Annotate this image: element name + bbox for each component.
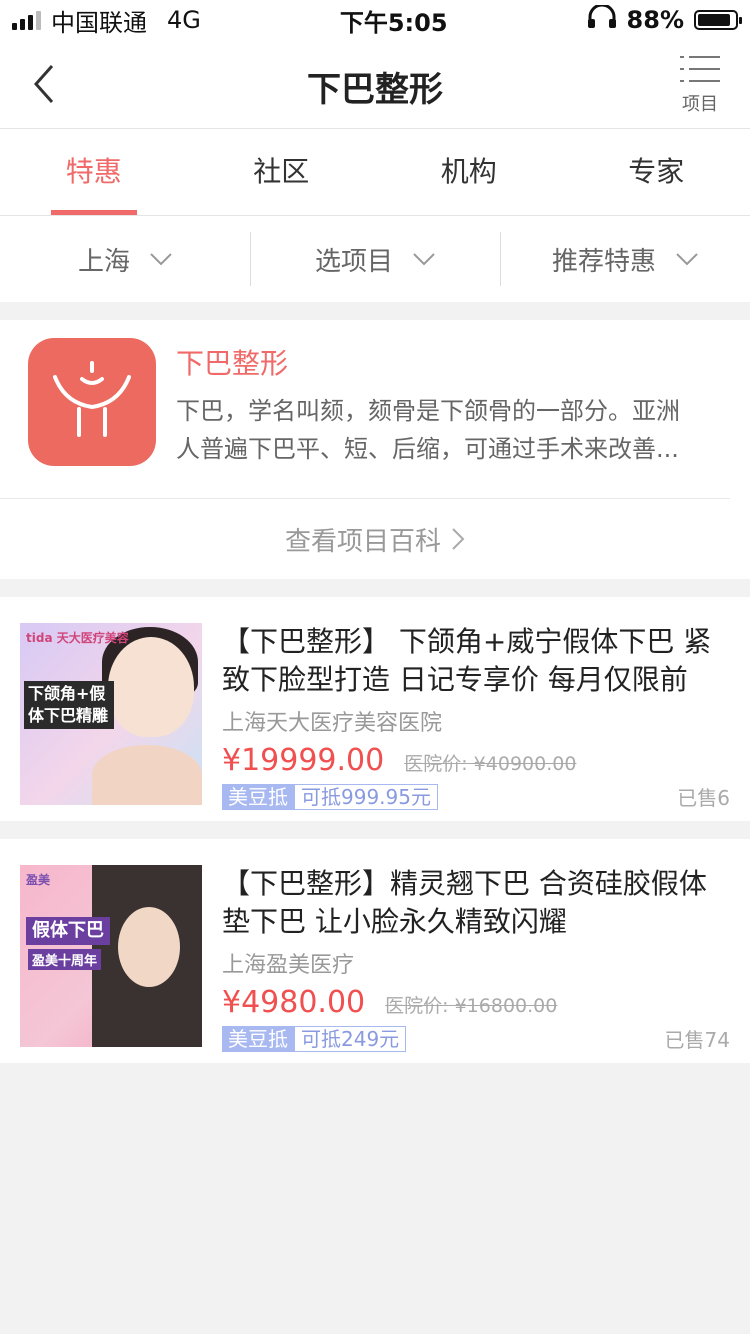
badge-row: 美豆抵 可抵999.95元 已售6 <box>222 782 730 811</box>
product-info: 【下巴整形】精灵翘下巴 合资硅胶假体垫下巴 让小脸永久精致闪耀 上海盈美医疗 ¥… <box>222 865 730 1052</box>
tab-community[interactable]: 社区 <box>188 129 376 215</box>
product-thumbnail: 盈美 假体下巴 盈美十周年 <box>20 865 202 1047</box>
tab-bar: 特惠 社区 机构 专家 <box>0 129 750 216</box>
filter-bar: 上海 选项目 推荐特惠 <box>0 216 750 302</box>
view-encyclopedia-link[interactable]: 查看项目百科 <box>0 499 750 579</box>
filter-sort-label: 推荐特惠 <box>551 246 656 277</box>
chevron-down-icon <box>150 253 172 266</box>
intro-header: 下巴整形 下巴，学名叫颏，颏骨是下颌骨的一部分。亚洲人普遍下巴平、短、后缩，可通… <box>0 320 730 499</box>
product-hospital: 上海盈美医疗 <box>222 953 355 978</box>
chin-icon <box>28 338 156 466</box>
network-label: 4G <box>167 6 201 34</box>
headphone-icon <box>587 3 617 35</box>
hospital-price: 医院价: ¥16800.00 <box>385 995 558 1017</box>
model-face <box>118 907 180 987</box>
filter-city[interactable]: 上海 <box>0 216 250 302</box>
thumb-brand: tida 天大医疗美容 <box>26 631 129 645</box>
intro-title: 下巴整形 <box>176 347 289 380</box>
model-shoulders <box>92 745 202 805</box>
status-left: 中国联通 4G <box>12 3 201 38</box>
page-title: 下巴整形 <box>307 70 443 110</box>
product-thumbnail: tida 天大医疗美容 下颌角+假体下巴精雕 <box>20 623 202 805</box>
beans-badge: 美豆抵 <box>222 783 294 810</box>
discount-badge: 可抵249元 <box>294 1025 407 1052</box>
sold-count: 已售74 <box>664 1028 730 1052</box>
price-row: ¥19999.00 医院价: ¥40900.00 <box>222 743 730 778</box>
product-price: ¥4980.00 <box>222 985 366 1020</box>
sold-count: 已售6 <box>677 786 730 810</box>
thumb-promo-text: 假体下巴 <box>26 917 110 945</box>
filter-sort[interactable]: 推荐特惠 <box>500 216 750 302</box>
chevron-down-icon <box>413 253 435 266</box>
filter-city-label: 上海 <box>77 246 130 277</box>
thumb-promo-text: 下颌角+假体下巴精雕 <box>24 681 114 729</box>
chevron-down-icon <box>676 253 698 266</box>
battery-icon <box>694 10 742 30</box>
product-price: ¥19999.00 <box>222 743 385 778</box>
filter-project-label: 选项目 <box>314 246 393 277</box>
status-time: 下午5:05 <box>339 8 448 37</box>
list-icon <box>680 56 720 82</box>
model-face <box>108 637 194 737</box>
tab-institutions[interactable]: 机构 <box>375 129 563 215</box>
discount-badge: 可抵999.95元 <box>294 783 438 810</box>
status-bar: 中国联通 4G 下午5:05 88% <box>0 0 750 40</box>
filter-project[interactable]: 选项目 <box>250 216 500 302</box>
product-card[interactable]: tida 天大医疗美容 下颌角+假体下巴精雕 【下巴整形】 下颌角+威宁假体下巴… <box>0 597 750 821</box>
tab-deals[interactable]: 特惠 <box>0 129 188 215</box>
price-row: ¥4980.00 医院价: ¥16800.00 <box>222 985 730 1020</box>
thumb-brand: 盈美 <box>26 873 51 887</box>
product-hospital: 上海天大医疗美容医院 <box>222 711 443 736</box>
thumb-sub-text: 盈美十周年 <box>28 949 102 970</box>
product-info: 【下巴整形】 下颌角+威宁假体下巴 紧致下脸型打造 日记专享价 每月仅限前1..… <box>222 623 730 810</box>
carrier-label: 中国联通 <box>51 8 147 37</box>
nav-bar: 下巴整形 项目 <box>0 40 750 129</box>
project-menu-label: 项目 <box>682 94 718 115</box>
badge-row: 美豆抵 可抵249元 已售74 <box>222 1024 730 1053</box>
chevron-right-icon <box>452 528 465 550</box>
hospital-price: 医院价: ¥40900.00 <box>404 753 577 775</box>
product-title: 【下巴整形】 下颌角+威宁假体下巴 紧致下脸型打造 日记专享价 每月仅限前1..… <box>222 625 712 696</box>
signal-icon <box>12 10 41 30</box>
product-card[interactable]: 盈美 假体下巴 盈美十周年 【下巴整形】精灵翘下巴 合资硅胶假体垫下巴 让小脸永… <box>0 839 750 1063</box>
intro-card: 下巴整形 下巴，学名叫颏，颏骨是下颌骨的一部分。亚洲人普遍下巴平、短、后缩，可通… <box>0 320 750 579</box>
view-encyclopedia-label: 查看项目百科 <box>284 526 441 557</box>
tab-experts[interactable]: 专家 <box>563 129 750 215</box>
beans-badge: 美豆抵 <box>222 1025 294 1052</box>
battery-percent: 88% <box>626 6 684 34</box>
intro-text: 下巴整形 下巴，学名叫颏，颏骨是下颌骨的一部分。亚洲人普遍下巴平、短、后缩，可通… <box>176 338 702 468</box>
status-right: 88% <box>587 3 742 35</box>
intro-description: 下巴，学名叫颏，颏骨是下颌骨的一部分。亚洲人普遍下巴平、短、后缩，可通过手术来改… <box>176 397 680 463</box>
project-menu-button[interactable]: 项目 <box>678 54 722 116</box>
product-title: 【下巴整形】精灵翘下巴 合资硅胶假体垫下巴 让小脸永久精致闪耀 <box>222 867 707 938</box>
